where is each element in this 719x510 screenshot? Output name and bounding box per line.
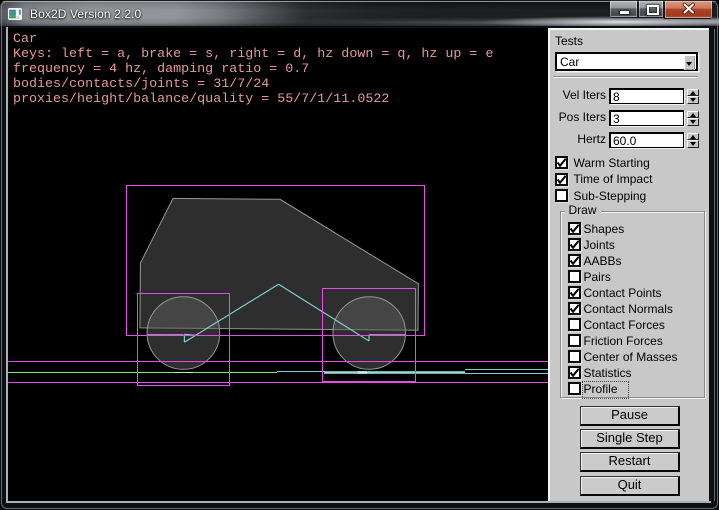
svg-text:Car: Car xyxy=(13,32,37,47)
svg-text:bodies/contacts/joints = 31/7/: bodies/contacts/joints = 31/7/24 xyxy=(13,77,269,92)
svg-text:proxies/height/balance/quality: proxies/height/balance/quality = 55/7/1/… xyxy=(13,92,389,107)
svg-text:Keys: left = a, brake = s, rig: Keys: left = a, brake = s, right = d, hz… xyxy=(13,47,493,62)
svg-text:frequency = 4 hz, damping rati: frequency = 4 hz, damping ratio = 0.7 xyxy=(13,62,309,77)
